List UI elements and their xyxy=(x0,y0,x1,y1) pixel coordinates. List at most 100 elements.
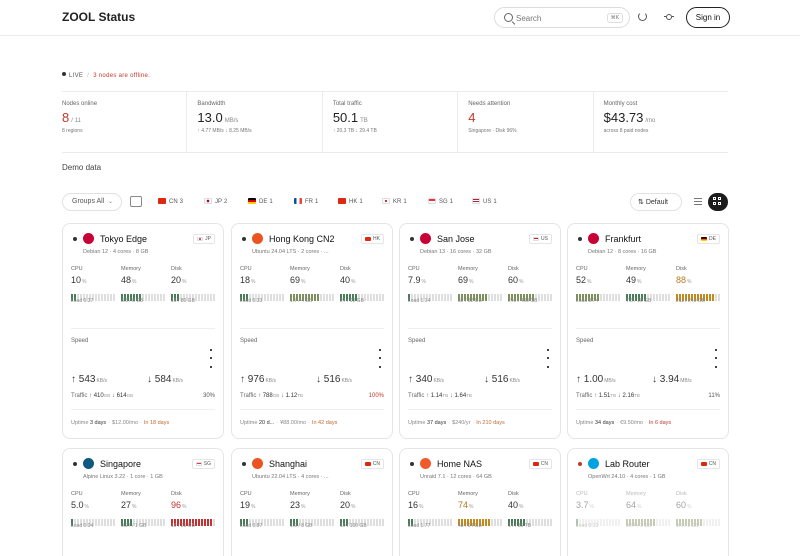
stat-value-row: 13.0 MB/s xyxy=(197,110,321,125)
system-info: Debian 12 · 8 cores · 16 GB xyxy=(588,249,657,255)
mem-value-row: 69% xyxy=(458,275,502,285)
node-card[interactable]: Singapore SG Alpine Linux 3.22 · 1 core · … xyxy=(62,448,224,556)
node-card[interactable]: Shanghai CN Ubuntu 22.04 LTS · 4 cores · .… xyxy=(231,448,393,556)
stat-card: Nodes online 8/ 11 8 regions xyxy=(62,92,186,152)
disk-label: Disk xyxy=(676,491,687,497)
disk-label: Disk xyxy=(508,266,519,272)
percent-unit: % xyxy=(519,504,524,510)
theme-toggle-button[interactable] xyxy=(662,10,676,24)
download-unit: MB/s xyxy=(680,378,692,384)
percent-unit: % xyxy=(587,279,592,285)
traffic-rx: 1.64 xyxy=(454,393,467,399)
disk-usage-bar xyxy=(676,513,720,526)
region-chip-jp[interactable]: JP 2 xyxy=(204,198,227,205)
grid-view-button[interactable] xyxy=(708,193,728,211)
groups-select[interactable]: Groups All ⌄ xyxy=(62,193,122,211)
calendar-icon[interactable] xyxy=(130,196,142,207)
country-code: US xyxy=(541,236,548,242)
percent-unit: % xyxy=(351,504,356,510)
disk-usage-bar xyxy=(171,513,215,526)
cpu-value-row: 19% xyxy=(240,500,284,510)
mem-metric: Memory 74% 48 / 64 GB xyxy=(458,491,502,529)
stat-unit: TB xyxy=(360,118,368,124)
mem-value: 74 xyxy=(458,500,469,510)
mem-usage-bar xyxy=(121,513,165,526)
sort-button[interactable]: ⇅ Default xyxy=(630,193,682,211)
percent-unit: % xyxy=(687,504,692,510)
chip-count: 1 xyxy=(449,199,454,205)
region-chip-cn[interactable]: CN 3 xyxy=(158,198,183,205)
stat-unit: / 11 xyxy=(71,118,81,124)
percent-unit: % xyxy=(589,504,594,510)
node-name: Frankfurt xyxy=(605,234,642,244)
mem-label: Memory xyxy=(458,266,478,272)
flag-icon xyxy=(533,237,540,241)
country-badge: SG xyxy=(191,459,215,469)
node-name: Lab Router xyxy=(605,459,650,469)
traffic-rx-unit: TB xyxy=(466,393,472,398)
sign-in-button[interactable]: Sign in xyxy=(686,7,730,28)
mem-label: Memory xyxy=(121,266,141,272)
node-card[interactable]: Hong Kong CN2 HK Ubuntu 24.04 LTS · 2 core… xyxy=(231,223,393,439)
list-view-icon[interactable] xyxy=(694,198,702,205)
download-speed: ↓ 516KB/s xyxy=(484,374,520,385)
stat-value: 50.1 xyxy=(332,110,359,125)
cpu-label: CPU xyxy=(240,266,252,272)
disk-value: 60 xyxy=(508,275,519,285)
search-input[interactable] xyxy=(516,11,600,25)
region-chip-de[interactable]: DE 1 xyxy=(248,198,273,205)
status-dot xyxy=(73,237,77,241)
region-chip-fr[interactable]: FR 1 xyxy=(294,198,318,205)
percent-unit: % xyxy=(469,279,474,285)
node-card[interactable]: Lab Router CN OpenWrt 24.10 · 4 cores · 1 … xyxy=(567,448,729,556)
cpu-metric: CPU 3.7% Load 0.13 xyxy=(576,491,620,529)
percent-unit: % xyxy=(82,279,87,285)
region-chip-sg[interactable]: SG 1 xyxy=(428,198,453,205)
cpu-metric: CPU 16% Load 1.77 xyxy=(408,491,452,529)
search-box[interactable]: ⌘K xyxy=(494,7,630,28)
stat-card: Monthly cost $43.73/mo across 8 paid nodes xyxy=(592,92,728,152)
download-value: 516 xyxy=(323,374,341,385)
sort-icon: ⇅ xyxy=(638,199,646,206)
traffic-percent: 100% xyxy=(368,393,384,399)
cpu-label: CPU xyxy=(408,491,420,497)
region-chip-kr[interactable]: KR 1 xyxy=(382,198,407,205)
cpu-value: 10 xyxy=(71,275,82,285)
stat-value: $43.73 xyxy=(603,110,644,125)
live-label: LIVE xyxy=(69,73,84,79)
disk-value: 20 xyxy=(340,500,351,510)
country-code: CN xyxy=(708,461,716,467)
flag-icon xyxy=(701,237,708,241)
mem-value: 69 xyxy=(290,275,301,285)
region-chip-hk[interactable]: HK 1 xyxy=(338,198,363,205)
cpu-label: CPU xyxy=(576,266,588,272)
upload-value: 340 xyxy=(415,374,433,385)
disk-value-row: 20% xyxy=(340,500,384,510)
refresh-button[interactable] xyxy=(636,10,650,24)
region-chip-us[interactable]: US 1 xyxy=(472,198,497,205)
percent-unit: % xyxy=(419,504,424,510)
node-card[interactable]: Home NAS CN Unraid 7.1 · 12 cores · 64 GB C… xyxy=(399,448,561,556)
disk-label: Disk xyxy=(676,266,687,272)
upload-unit: KB/s xyxy=(433,378,445,384)
cpu-metric: CPU 18% Load 0.33 xyxy=(240,266,284,304)
node-card[interactable]: San Jose US Debian 13 · 16 cores · 32 GB CP… xyxy=(399,223,561,439)
stat-card: Needs attention 4 Singapore · Disk 96% xyxy=(457,92,592,152)
chip-count: 1 xyxy=(315,199,319,205)
node-card[interactable]: Frankfurt DE Debian 12 · 8 cores · 16 GB CP… xyxy=(567,223,729,439)
speed-label: Speed xyxy=(576,338,594,344)
country-badge: JP xyxy=(193,234,215,244)
node-card[interactable]: Tokyo Edge JP Debian 12 · 4 cores · 8 GB CP… xyxy=(62,223,224,439)
filter-bar: Groups All ⌄ CN 3 JP 2 DE 1 FR 1 HK 1 KR 1 SG 1 US 1 ⇅ D… xyxy=(62,193,730,213)
stat-sub: 8 regions xyxy=(62,128,83,134)
country-badge: US xyxy=(529,234,552,244)
percent-unit: % xyxy=(301,504,306,510)
cpu-label: CPU xyxy=(71,491,83,497)
mem-usage-bar xyxy=(458,513,502,526)
sun-icon xyxy=(664,14,674,20)
disk-label: Disk xyxy=(171,266,182,272)
node-name: San Jose xyxy=(437,234,475,244)
system-info: Unraid 7.1 · 12 cores · 64 GB xyxy=(420,474,492,480)
disk-value-row: 60% xyxy=(676,500,720,510)
cpu-usage-bar xyxy=(71,513,115,526)
